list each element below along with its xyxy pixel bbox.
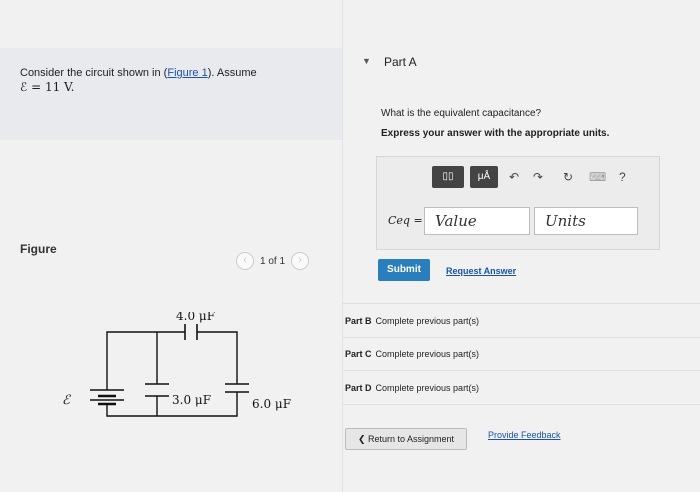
circuit-diagram: ℰ 4.0 μF 3.0 μF 6.0 μF xyxy=(62,312,291,417)
request-answer-link[interactable]: Request Answer xyxy=(446,266,516,276)
emf-value: ℰ = 11 V. xyxy=(20,80,75,94)
units-button[interactable]: μÅ xyxy=(470,166,498,188)
divider xyxy=(342,303,700,304)
divider xyxy=(342,337,700,338)
panel-divider xyxy=(342,0,343,492)
c2-label: 3.0 μF xyxy=(172,393,211,407)
redo-icon[interactable]: ↷ xyxy=(533,170,543,184)
emf-label: ℰ xyxy=(62,393,71,408)
part-d-row[interactable]: Part D Complete previous part(s) xyxy=(345,383,479,393)
question-text: Consider the circuit shown in (Figure 1)… xyxy=(20,67,257,94)
c1-label: 4.0 μF xyxy=(176,312,215,323)
part-a-instruction: Express your answer with the appropriate… xyxy=(381,128,610,139)
reset-icon[interactable]: ↻ xyxy=(563,170,573,184)
part-a-prompt: What is the equivalent capacitance? xyxy=(381,108,542,119)
c3-label: 6.0 μF xyxy=(252,397,291,411)
divider xyxy=(342,370,700,371)
figure-pager: ‹ 1 of 1 › xyxy=(236,252,310,270)
help-icon[interactable]: ? xyxy=(619,170,626,184)
undo-icon[interactable]: ↶ xyxy=(509,170,519,184)
figure-label: Figure xyxy=(20,242,57,256)
part-b-row[interactable]: Part B Complete previous part(s) xyxy=(345,316,479,326)
collapse-caret-icon[interactable]: ▼ xyxy=(362,56,371,66)
figure-link[interactable]: Figure 1 xyxy=(167,67,207,79)
wire-top-right xyxy=(197,331,238,384)
ceq-label: Ceq = xyxy=(388,214,423,227)
wire-top-left xyxy=(106,331,185,356)
keyboard-icon[interactable]: ⌨ xyxy=(589,170,606,184)
pager-text: 1 of 1 xyxy=(260,255,286,267)
part-a-title[interactable]: Part A xyxy=(384,55,417,69)
next-figure-button[interactable]: › xyxy=(291,252,310,270)
units-input[interactable]: Units xyxy=(534,207,638,235)
template-button[interactable]: ▯▯ xyxy=(432,166,464,188)
divider xyxy=(342,404,700,405)
prev-figure-button[interactable]: ‹ xyxy=(236,252,254,270)
part-c-row[interactable]: Part C Complete previous part(s) xyxy=(345,349,479,359)
return-to-assignment-button[interactable]: ❮ Return to Assignment xyxy=(345,428,467,450)
submit-button[interactable]: Submit xyxy=(378,259,430,281)
provide-feedback-link[interactable]: Provide Feedback xyxy=(488,430,561,440)
value-input[interactable]: Value xyxy=(424,207,530,235)
